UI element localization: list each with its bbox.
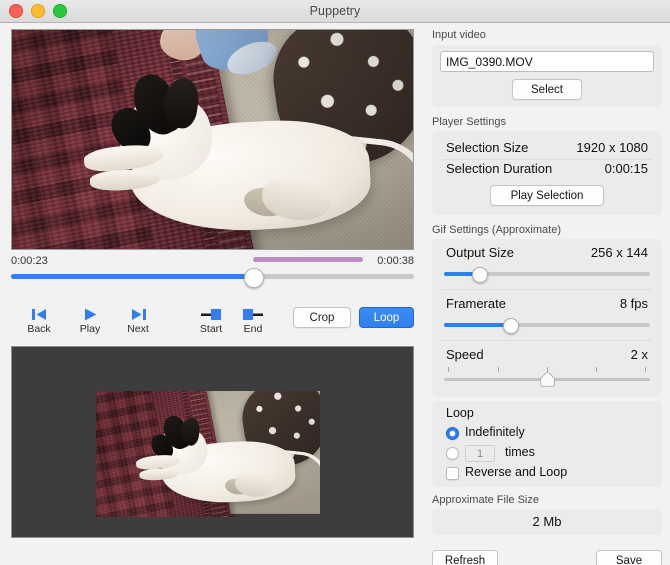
crop-button[interactable]: Crop	[293, 307, 351, 328]
timeline[interactable]: 0:00:23 0:00:38	[11, 255, 414, 291]
current-time-label: 0:00:23	[11, 255, 48, 267]
speed-thumb[interactable]	[539, 371, 556, 387]
selection-size-row: Selection Size 1920 x 1080	[432, 137, 662, 158]
gif-settings-group: Output Size 256 x 144 Framerate 8 fps Sp…	[432, 239, 662, 397]
input-video-group: Select	[432, 45, 662, 107]
framerate-fill	[444, 323, 510, 327]
right-pane: Input video Select Player Settings Selec…	[424, 23, 670, 565]
speed-tick	[498, 367, 499, 372]
loop-toggle-button[interactable]: Loop	[359, 307, 414, 328]
back-button[interactable]: Back	[17, 305, 61, 335]
output-size-label: Output Size	[446, 245, 514, 260]
loop-times-radio[interactable]	[446, 447, 459, 460]
loop-times-label: times	[505, 445, 535, 459]
save-button[interactable]: Save	[596, 550, 662, 565]
set-start-button[interactable]: Start	[189, 305, 233, 335]
selection-size-key: Selection Size	[446, 140, 529, 155]
file-size-value: 2 Mb	[432, 509, 662, 535]
loop-indefinitely-radio[interactable]	[446, 427, 459, 440]
selection-duration-key: Selection Duration	[446, 161, 553, 176]
scrub-thumb[interactable]	[243, 267, 264, 288]
divider	[442, 289, 652, 290]
output-size-value: 256 x 144	[590, 245, 648, 260]
input-video-group-label: Input video	[432, 29, 486, 41]
framerate-label: Framerate	[446, 296, 506, 311]
scrub-track[interactable]	[11, 274, 414, 279]
minimize-button-icon[interactable]	[31, 4, 45, 18]
speed-tick	[448, 367, 449, 372]
video-player-view[interactable]	[11, 29, 414, 250]
speed-tick	[645, 367, 646, 372]
selection-duration-row: Selection Duration 0:00:15	[432, 158, 662, 179]
reverse-and-loop-checkbox[interactable]	[446, 467, 459, 480]
play-selection-button[interactable]: Play Selection	[490, 185, 604, 206]
app-window: Puppetry 0:00:23 0:00:38 Back Play Next …	[0, 0, 670, 565]
window-content: 0:00:23 0:00:38 Back Play Next Start End…	[0, 23, 670, 565]
player-settings-group-label: Player Settings	[432, 116, 506, 128]
loop-group-label: Loop	[446, 406, 474, 420]
selection-duration-value: 0:00:15	[604, 161, 648, 176]
play-button-label: Play	[79, 323, 101, 335]
gif-settings-group-label: Gif Settings (Approximate)	[432, 224, 561, 236]
left-pane: 0:00:23 0:00:38 Back Play Next Start End…	[0, 23, 424, 565]
skip-forward-icon	[116, 305, 160, 322]
speed-tick	[596, 367, 597, 372]
traffic-light-group	[9, 0, 67, 22]
loop-times-input[interactable]	[465, 445, 495, 462]
player-settings-group: Selection Size 1920 x 1080 Selection Dur…	[432, 131, 662, 215]
zoom-button-icon[interactable]	[53, 4, 67, 18]
output-size-thumb[interactable]	[472, 267, 489, 283]
set-end-button-label: End	[243, 323, 263, 335]
close-button-icon[interactable]	[9, 4, 23, 18]
speed-value: 2 x	[630, 347, 648, 362]
output-size-slider[interactable]	[444, 267, 650, 283]
refresh-button[interactable]: Refresh	[432, 550, 498, 565]
loop-settings-group: Loop Indefinitely times Reverse and Loop	[432, 401, 662, 487]
total-time-label: 0:00:38	[377, 255, 414, 267]
next-button-label: Next	[127, 323, 149, 335]
video-filename-input[interactable]	[440, 51, 654, 72]
scrub-progress-fill	[11, 274, 253, 279]
mark-end-icon	[231, 305, 275, 322]
framerate-value: 8 fps	[619, 296, 648, 311]
divider	[442, 340, 652, 341]
title-bar: Puppetry	[0, 0, 670, 23]
selection-range-bar[interactable]	[252, 257, 363, 262]
framerate-slider[interactable]	[444, 318, 650, 334]
video-frame-image	[12, 30, 413, 249]
reverse-and-loop-label: Reverse and Loop	[465, 465, 568, 479]
set-end-button[interactable]: End	[231, 305, 275, 335]
file-size-group-label: Approximate File Size	[432, 494, 539, 506]
gif-preview-scene	[96, 391, 320, 517]
gif-preview-view[interactable]	[11, 346, 414, 538]
transport-controls: Back Play Next Start End Crop Loop	[11, 305, 414, 341]
play-button[interactable]: Play	[68, 305, 112, 335]
gif-preview-image	[96, 391, 320, 517]
mark-start-icon	[189, 305, 233, 322]
next-button[interactable]: Next	[116, 305, 160, 335]
back-button-label: Back	[27, 323, 51, 335]
skip-back-icon	[17, 305, 61, 322]
play-icon	[68, 305, 112, 322]
window-title: Puppetry	[309, 4, 361, 18]
speed-label: Speed	[446, 347, 484, 362]
select-file-button[interactable]: Select	[512, 79, 582, 100]
loop-indefinitely-label: Indefinitely	[465, 425, 525, 439]
speed-slider[interactable]	[444, 367, 650, 389]
framerate-thumb[interactable]	[502, 318, 519, 334]
selection-size-value: 1920 x 1080	[576, 140, 648, 155]
set-start-button-label: Start	[199, 323, 223, 335]
